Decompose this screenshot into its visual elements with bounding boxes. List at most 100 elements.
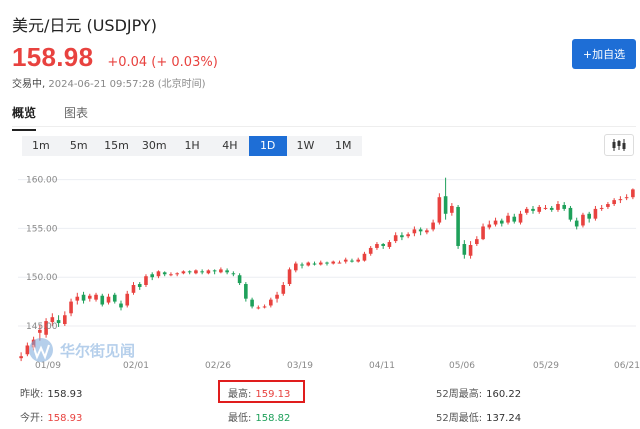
period-1mo[interactable]: 1M <box>324 136 362 156</box>
period-selector: 1m 5m 15m 30m 1H 4H 1D 1W 1M <box>22 136 363 156</box>
candle-body <box>568 207 573 220</box>
candle-body <box>381 244 385 246</box>
price-chart[interactable]: 160.00 155.00 150.00 145.00 01/09 02/01 02/26… <box>0 165 640 370</box>
price-change: +0.04 (+ 0.03%) <box>107 55 218 70</box>
candle-body <box>293 263 298 271</box>
candlestick-series <box>19 177 635 362</box>
candle-body <box>549 207 554 210</box>
candle-body <box>337 262 342 264</box>
candle-body <box>412 229 417 234</box>
period-30m[interactable]: 30m <box>135 136 173 156</box>
price-row: 158.98 +0.04 (+ 0.03%) <box>12 42 218 73</box>
watermark-text: 华尔街见闻 <box>60 342 135 360</box>
candle-body <box>187 271 192 273</box>
x-tick-label: 06/21 <box>614 361 640 370</box>
candle-body <box>181 271 186 274</box>
stat-low: 最低: 158.82 <box>228 409 290 424</box>
x-tick-label: 05/29 <box>533 361 559 370</box>
x-tick-label: 05/06 <box>449 361 475 370</box>
x-tick-label: 02/26 <box>205 361 231 370</box>
stat-value: 160.22 <box>486 389 522 400</box>
candle-body <box>306 262 311 266</box>
y-tick-label: 145.00 <box>26 322 58 332</box>
candle-body <box>287 269 292 285</box>
candle-body <box>231 273 236 275</box>
candle-body <box>493 220 498 225</box>
candle-body <box>618 199 623 201</box>
candle-body <box>543 207 548 209</box>
period-1m[interactable]: 1m <box>22 136 60 156</box>
stat-label: 昨收: <box>20 389 44 400</box>
candle-body <box>343 259 348 262</box>
candle-body <box>106 296 111 303</box>
candle-body <box>487 224 492 228</box>
candle-body <box>456 206 460 246</box>
period-1w[interactable]: 1W <box>287 136 325 156</box>
candle-body <box>325 262 329 264</box>
stat-label: 52周最高: <box>436 389 483 400</box>
candle-body <box>462 244 467 255</box>
candle-body <box>375 244 379 248</box>
x-tick-label: 03/19 <box>287 361 313 370</box>
candle-body <box>437 197 442 223</box>
candle-body <box>244 284 248 299</box>
candle-body <box>25 345 30 355</box>
add-watchlist-button[interactable]: +加自选 <box>572 39 636 69</box>
candle-body <box>75 296 80 301</box>
candle-body <box>19 356 23 359</box>
candle-body <box>556 204 560 210</box>
stat-label: 今开: <box>20 413 44 424</box>
candle-body <box>350 260 354 262</box>
candle-body <box>512 216 517 222</box>
candle-body <box>425 230 429 233</box>
stat-label: 52周最低: <box>436 413 483 424</box>
candle-body <box>574 220 579 227</box>
y-tick-label: 155.00 <box>26 224 58 234</box>
candle-body <box>63 315 67 325</box>
candle-body <box>237 275 242 284</box>
candle-body <box>531 208 535 211</box>
candle-body <box>119 303 123 308</box>
candle-body <box>431 222 435 230</box>
candle-body <box>87 295 92 299</box>
candle-body <box>318 262 323 265</box>
candle-body <box>281 285 286 294</box>
candle-body <box>562 205 567 209</box>
high-highlight-box <box>218 380 305 403</box>
period-15m[interactable]: 15m <box>98 136 136 156</box>
candle-body <box>450 205 454 213</box>
candle-body <box>312 263 317 265</box>
tabs-divider <box>12 126 636 127</box>
period-1d[interactable]: 1D <box>248 136 287 156</box>
stat-52w-low: 52周最低: 137.24 <box>436 409 521 424</box>
candle-body <box>81 294 86 301</box>
candle-body <box>443 196 448 214</box>
candle-body <box>162 272 167 275</box>
candle-body <box>144 276 148 285</box>
y-tick-label: 160.00 <box>26 176 58 186</box>
y-axis-ticks: 160.00 155.00 150.00 145.00 <box>26 176 58 332</box>
chart-grid <box>18 179 636 327</box>
instrument-title: 美元/日元 (USDJPY) <box>12 16 157 35</box>
period-5m[interactable]: 5m <box>60 136 98 156</box>
x-tick-label: 01/09 <box>35 361 61 370</box>
period-4h[interactable]: 4H <box>211 136 249 156</box>
candle-body <box>418 229 423 232</box>
candle-body <box>250 299 254 307</box>
trading-status: 交易中, 2024-06-21 09:57:28 (北京时间) <box>12 75 206 90</box>
candle-body <box>599 207 604 209</box>
candle-body <box>219 269 223 273</box>
chart-type-button[interactable] <box>604 134 634 156</box>
candle-body <box>175 273 179 275</box>
candle-body <box>537 206 542 212</box>
candle-body <box>593 208 598 219</box>
candle-body <box>406 234 410 237</box>
candle-body <box>475 239 479 245</box>
trading-state: 交易中, <box>12 79 46 90</box>
candle-body <box>400 235 404 238</box>
period-1h[interactable]: 1H <box>173 136 211 156</box>
candle-body <box>206 270 211 274</box>
stat-value: 137.24 <box>486 413 522 424</box>
candle-body <box>275 294 279 299</box>
stat-prev-close: 昨收: 158.93 <box>20 385 82 400</box>
